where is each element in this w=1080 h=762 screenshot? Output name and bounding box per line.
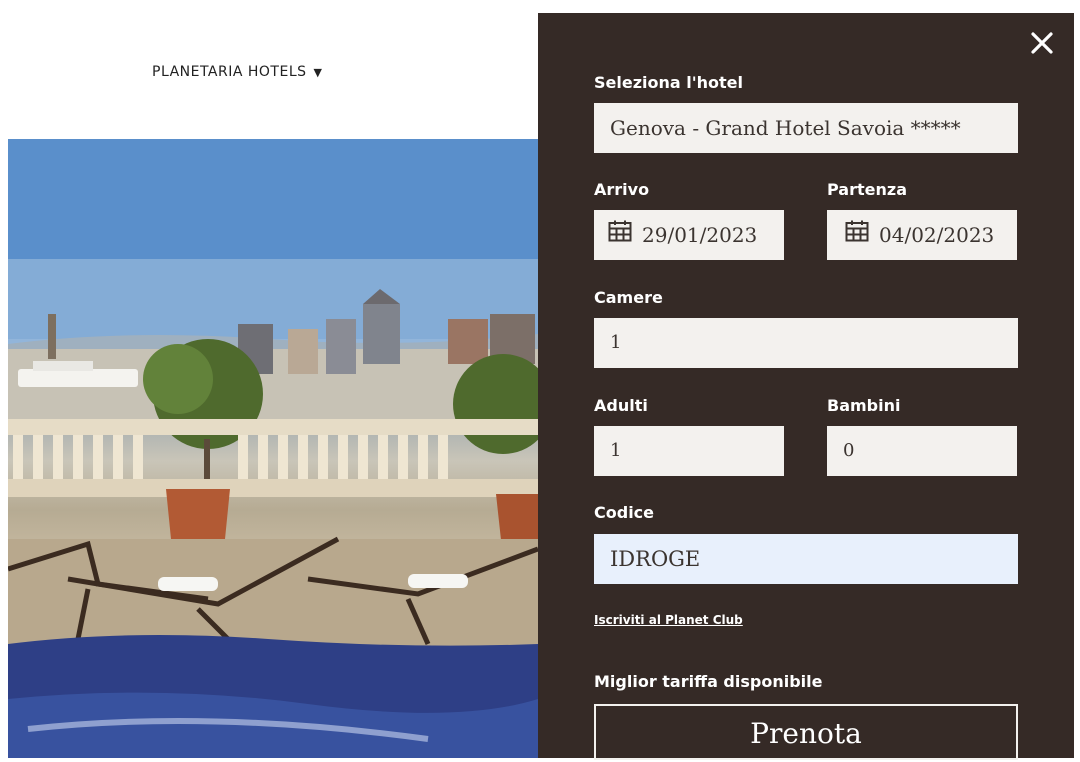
booking-panel: Seleziona l'hotel Genova - Grand Hotel S… [538, 13, 1074, 760]
hotel-select[interactable]: Genova - Grand Hotel Savoia ***** [594, 103, 1018, 153]
close-icon[interactable] [1028, 29, 1056, 57]
arrival-date-field[interactable]: 29/01/2023 [594, 210, 784, 260]
children-select[interactable]: 0 [827, 426, 1017, 476]
rooms-select[interactable]: 1 [594, 318, 1018, 368]
children-label: Bambini [827, 396, 901, 415]
hotel-photo [8, 139, 538, 758]
calendar-icon [608, 210, 632, 260]
promo-code-input[interactable]: IDROGE [594, 534, 1018, 584]
departure-date-field[interactable]: 04/02/2023 [827, 210, 1017, 260]
planet-club-link[interactable]: Iscriviti al Planet Club [594, 613, 743, 627]
adults-label: Adulti [594, 396, 648, 415]
best-rate-label: Miglior tariffa disponibile [594, 672, 823, 691]
brand-dropdown[interactable]: PLANETARIA HOTELS ▼ [152, 64, 322, 80]
calendar-icon [845, 210, 869, 260]
code-label: Codice [594, 503, 655, 522]
arrival-date-value: 29/01/2023 [642, 223, 758, 247]
hotel-label: Seleziona l'hotel [594, 73, 744, 92]
book-button[interactable]: Prenota [594, 704, 1018, 760]
caret-down-icon: ▼ [313, 66, 323, 79]
adults-select[interactable]: 1 [594, 426, 784, 476]
brand-name: PLANETARIA HOTELS [152, 64, 307, 80]
arrival-label: Arrivo [594, 180, 650, 199]
departure-label: Partenza [827, 180, 907, 199]
rooms-label: Camere [594, 288, 663, 307]
departure-date-value: 04/02/2023 [879, 223, 995, 247]
